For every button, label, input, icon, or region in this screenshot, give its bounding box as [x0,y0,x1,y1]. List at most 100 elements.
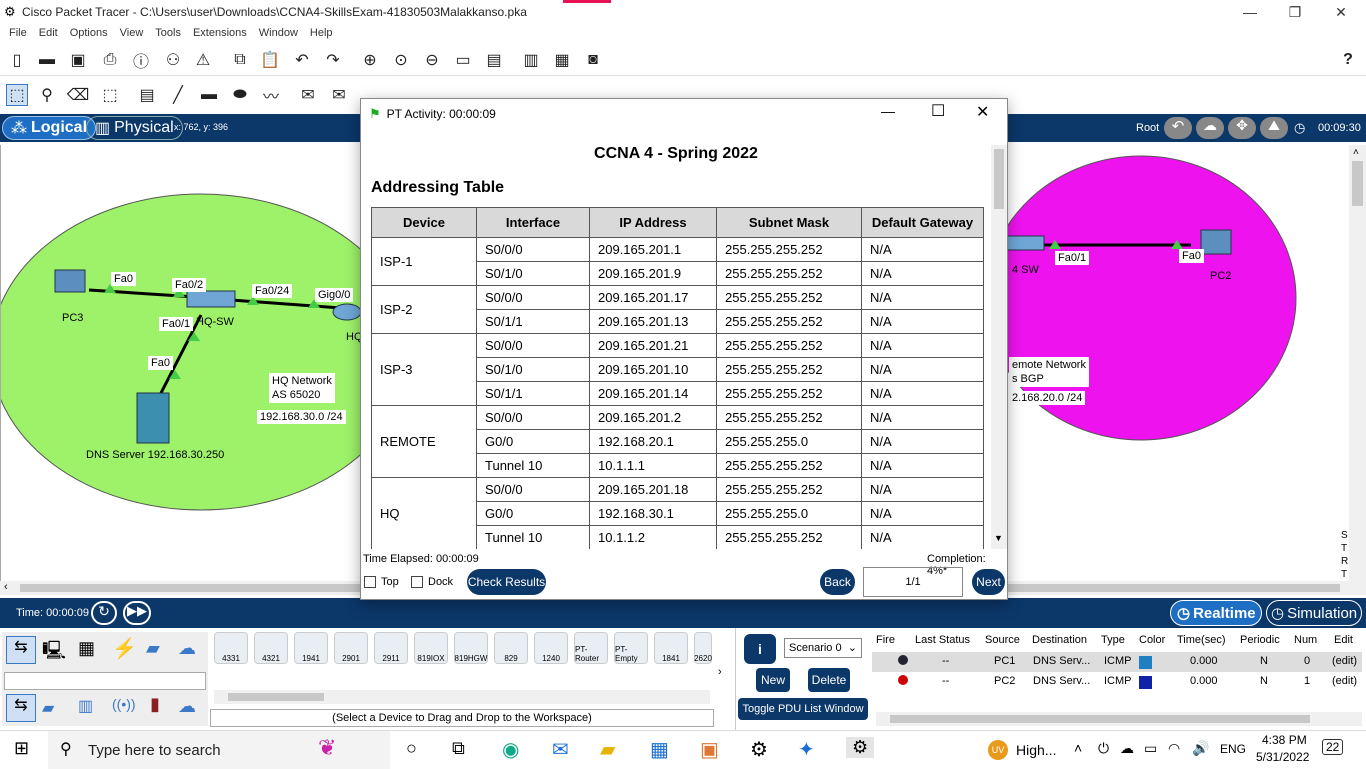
volume-icon[interactable]: 🔊 [1192,740,1209,757]
file-explorer-icon[interactable]: ▰ [600,737,615,762]
activity-wizard-icon[interactable]: ⚠ [192,49,214,71]
tab-logical[interactable]: ⁂ Logical [2,116,97,140]
wireless-icon[interactable]: ((•)) [112,696,136,712]
help-icon[interactable]: ? [1337,49,1359,71]
language-indicator[interactable]: ENG [1220,742,1246,756]
power-cycle-icon[interactable]: ↻ [91,601,117,625]
redo-icon[interactable]: ↷ [322,49,344,71]
select-icon[interactable]: ⬚ [6,84,28,106]
ellipse-icon[interactable]: ⬬ [229,84,251,106]
restore-button[interactable]: ❐ [1272,0,1318,24]
toggle-pdu-list-button[interactable]: Toggle PDU List Window [738,698,868,720]
device-pt-router[interactable]: PT-Router [574,632,608,664]
device-819hgw[interactable]: 819HGW [454,632,488,664]
fast-forward-icon[interactable]: ▶▶ [123,601,151,625]
switches-icon[interactable]: ▰ [42,698,54,718]
simple-pdu-icon[interactable]: ✉ [297,84,319,106]
print-icon[interactable]: ⎙ [99,49,121,71]
network-info-icon[interactable]: ⚇ [162,49,184,71]
new-scenario-button[interactable]: New [756,668,790,692]
vscroll-thumb[interactable] [1352,161,1363,206]
vscode-icon[interactable]: ✦ [798,737,815,762]
scroll-down-icon[interactable]: ▼ [994,533,1003,543]
end-devices-icon[interactable]: 🖳 [42,638,66,668]
cloud-icon[interactable]: ☁ [1196,117,1224,139]
taskbar-search[interactable]: ⚲ Type here to search ❦ [48,731,390,769]
close-button[interactable]: ✕ [1318,0,1364,24]
note-icon[interactable]: ▤ [136,84,158,106]
device-2620[interactable]: 2620 [694,632,712,664]
mail-icon[interactable]: ✉ [552,737,569,762]
pc3-icon[interactable] [54,269,86,293]
multiuser-icon[interactable]: ☁ [178,638,196,659]
realtime-button[interactable]: ◷ Realtime [1170,600,1262,626]
hq-router-icon[interactable] [332,303,362,321]
line-icon[interactable]: ╱ [167,84,189,106]
wan-emulation-icon[interactable]: ☁ [178,696,196,717]
taskbar-time[interactable]: 4:38 PM [1262,733,1307,747]
dialog-vscroll[interactable]: ▼ [991,145,1007,549]
document-icon[interactable]: ▥ [520,49,542,71]
cortana-icon[interactable]: ○ [406,738,417,759]
custom-devices-icon[interactable]: ▤ [483,49,505,71]
pdu-row[interactable]: -- PC1 DNS Serv... ICMP 0.000 N 0 (edit) [872,652,1362,672]
store-icon[interactable]: ▦ [650,737,669,762]
menu-options[interactable]: Options [70,27,108,39]
fire-icon[interactable] [898,655,908,665]
save-icon[interactable]: ▣ [67,49,89,71]
delete-icon[interactable]: ⌫ [67,84,90,106]
menu-view[interactable]: View [120,27,144,39]
remote-switch-icon[interactable] [1005,235,1045,251]
back-button[interactable]: Back [820,569,855,595]
simulation-button[interactable]: ◷ Simulation [1266,600,1362,626]
dock-checkbox[interactable] [411,576,423,588]
rectangle-icon[interactable]: ▬ [198,84,220,106]
task-view-icon[interactable]: ⧉ [452,738,465,759]
drawing-palette-icon[interactable]: ▭ [452,49,474,71]
wifi-icon[interactable]: ◠ [1168,740,1180,757]
viewport-icon[interactable]: ✥ [1228,117,1256,139]
new-file-icon[interactable]: ▯ [6,49,28,71]
menu-help[interactable]: Help [310,27,333,39]
tray-expand-icon[interactable]: ˄ [1074,740,1082,756]
scenario-select[interactable]: Scenario 0 ⌄ [784,638,862,658]
tab-physical[interactable]: ▥ Physical [86,116,183,140]
pdu-edit-link[interactable]: (edit) [1332,655,1357,667]
device-pt-empty[interactable]: PT-Empty [614,632,648,664]
dialog-close-button[interactable]: ✕ [976,102,989,122]
dialog-minimize-button[interactable]: — [881,103,895,119]
zoom-in-icon[interactable]: ⊕ [359,49,381,71]
security-icon[interactable]: ▮ [150,694,160,715]
pdu-edit-link[interactable]: (edit) [1332,675,1357,687]
undo-icon[interactable]: ↶ [291,49,313,71]
weather-text[interactable]: High... [1016,742,1056,758]
edge-icon[interactable]: ◉ [502,737,519,762]
weather-icon[interactable]: UV [988,740,1008,760]
minimize-button[interactable]: — [1227,0,1273,24]
device-2911[interactable]: 2911 [374,632,408,664]
camera-icon[interactable]: ◙ [582,49,604,71]
dialog-maximize-button[interactable]: ☐ [931,101,945,121]
device-scroll-thumb[interactable] [228,693,324,701]
scroll-left-icon[interactable]: ‹ [4,581,8,593]
network-devices-icon[interactable]: ⇆ [6,636,36,664]
fire-icon[interactable] [898,675,908,685]
delete-scenario-button[interactable]: Delete [808,668,850,692]
background-icon[interactable]: ⛰ [1260,117,1288,139]
device-scroll-right-icon[interactable]: › [718,666,722,678]
next-button[interactable]: Next [972,569,1005,595]
menu-extensions[interactable]: Extensions [193,27,247,39]
paste-icon[interactable]: 📋 [259,49,281,71]
device-829[interactable]: 829 [494,632,528,664]
dialog-vscroll-thumb[interactable] [994,149,1004,209]
menu-edit[interactable]: Edit [39,27,58,39]
device-2901[interactable]: 2901 [334,632,368,664]
device-category-field[interactable] [4,672,206,690]
dns-server-icon[interactable] [136,392,170,444]
routers-icon[interactable]: ⇆ [6,694,36,722]
packet-tracer-taskbar-icon[interactable]: ⚙ [846,737,875,758]
cluster-icon[interactable]: ▦ [551,49,573,71]
windows-start-icon[interactable]: ⊞ [14,738,29,759]
device-1941[interactable]: 1941 [294,632,328,664]
device-1841[interactable]: 1841 [654,632,688,664]
